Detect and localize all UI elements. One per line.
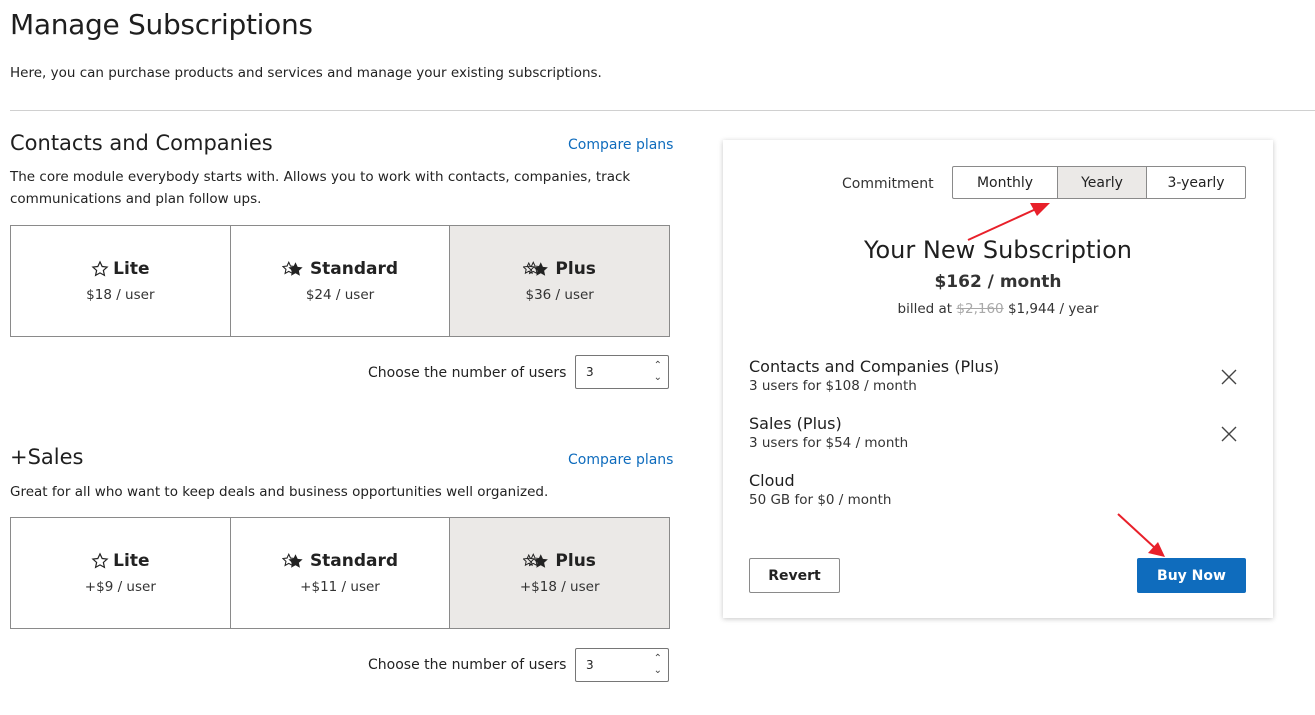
summary-item-title: Sales (Plus) <box>749 414 842 433</box>
plan-price: +$9 / user <box>84 579 156 595</box>
chevron-up-icon[interactable]: ⌃ <box>654 360 662 372</box>
plan-selector-contacts: Lite $18 / user Standard $24 / user Plus… <box>10 225 670 337</box>
summary-item-detail: 3 users for $54 / month <box>749 435 909 451</box>
plan-price: $24 / user <box>305 287 375 303</box>
chevron-down-icon[interactable]: ⌄ <box>654 372 662 384</box>
billed-old-price: $2,160 <box>956 301 1004 317</box>
commitment-monthly[interactable]: Monthly <box>953 167 1058 198</box>
chevron-down-icon[interactable]: ⌄ <box>654 665 662 677</box>
plan-price: $36 / user <box>525 287 594 303</box>
buy-now-button[interactable]: Buy Now <box>1137 558 1246 593</box>
commitment-yearly[interactable]: Yearly <box>1058 167 1147 198</box>
summary-item-detail: 50 GB for $0 / month <box>749 492 892 508</box>
star-outline-icon <box>91 552 109 570</box>
summary-billed: billed at $2,160 $1,944 / year <box>723 301 1273 317</box>
three-stars-icon <box>523 552 551 570</box>
billed-prefix: billed at <box>897 301 953 317</box>
plan-name: Plus <box>555 259 596 279</box>
compare-plans-link-contacts[interactable]: Compare plans <box>568 137 673 153</box>
summary-item: Sales (Plus) 3 users for $54 / month <box>749 414 908 451</box>
plan-option-standard[interactable]: Standard +$11 / user <box>231 518 451 628</box>
section-title-sales: +Sales <box>10 445 84 469</box>
plan-name: Plus <box>555 551 596 571</box>
billed-new-price: $1,944 / year <box>1007 301 1099 317</box>
plan-option-plus[interactable]: Plus $36 / user <box>450 226 670 336</box>
plan-price: +$11 / user <box>300 579 380 595</box>
plan-option-lite[interactable]: Lite +$9 / user <box>11 518 231 628</box>
compare-plans-link-sales[interactable]: Compare plans <box>568 452 673 468</box>
plan-option-plus[interactable]: Plus +$18 / user <box>450 518 670 628</box>
plan-option-standard[interactable]: Standard $24 / user <box>231 226 451 336</box>
users-stepper-sales[interactable]: 3 ⌃ ⌄ <box>575 648 669 682</box>
star-outline-icon <box>91 260 109 278</box>
two-stars-icon <box>281 552 306 570</box>
close-icon[interactable] <box>1220 425 1238 443</box>
plan-price: +$18 / user <box>519 579 600 595</box>
page-intro: Here, you can purchase products and serv… <box>10 65 602 81</box>
users-label-contacts: Choose the number of users <box>368 365 567 381</box>
plan-name: Lite <box>113 551 150 571</box>
summary-title: Your New Subscription <box>864 236 1132 264</box>
revert-button[interactable]: Revert <box>749 558 840 593</box>
divider <box>10 110 1315 111</box>
close-icon[interactable] <box>1220 368 1238 386</box>
three-stars-icon <box>523 260 551 278</box>
section-description-contacts: The core module everybody starts with. A… <box>10 169 631 207</box>
page-title: Manage Subscriptions <box>10 8 313 41</box>
summary-monthly-price: $162 / month <box>934 272 1062 292</box>
section-title-contacts: Contacts and Companies <box>10 131 273 155</box>
section-description-sales: Great for all who want to keep deals and… <box>10 484 549 500</box>
summary-item: Contacts and Companies (Plus) 3 users fo… <box>749 357 999 394</box>
chevron-up-icon[interactable]: ⌃ <box>654 653 662 665</box>
users-stepper-contacts[interactable]: 3 ⌃ ⌄ <box>575 355 669 389</box>
summary-item: Cloud 50 GB for $0 / month <box>749 471 891 508</box>
two-stars-icon <box>281 260 306 278</box>
users-value: 3 <box>586 658 594 672</box>
summary-item-title: Contacts and Companies (Plus) <box>749 357 1000 376</box>
commitment-3-yearly[interactable]: 3-yearly <box>1147 167 1245 198</box>
plan-selector-sales: Lite +$9 / user Standard +$11 / user Plu… <box>10 517 670 629</box>
commitment-label: Commitment <box>842 176 934 192</box>
summary-item-detail: 3 users for $108 / month <box>749 378 917 394</box>
commitment-selector: Monthly Yearly 3-yearly <box>952 166 1246 199</box>
plan-name: Standard <box>309 551 399 571</box>
plan-name: Lite <box>113 259 150 279</box>
plan-option-lite[interactable]: Lite $18 / user <box>11 226 231 336</box>
users-label-sales: Choose the number of users <box>368 657 567 673</box>
plan-price: $18 / user <box>86 287 155 303</box>
plan-name: Standard <box>309 259 399 279</box>
subscription-summary-card: Commitment Monthly Yearly 3-yearly Your … <box>723 140 1273 618</box>
summary-item-title: Cloud <box>749 471 795 490</box>
users-value: 3 <box>586 365 594 379</box>
